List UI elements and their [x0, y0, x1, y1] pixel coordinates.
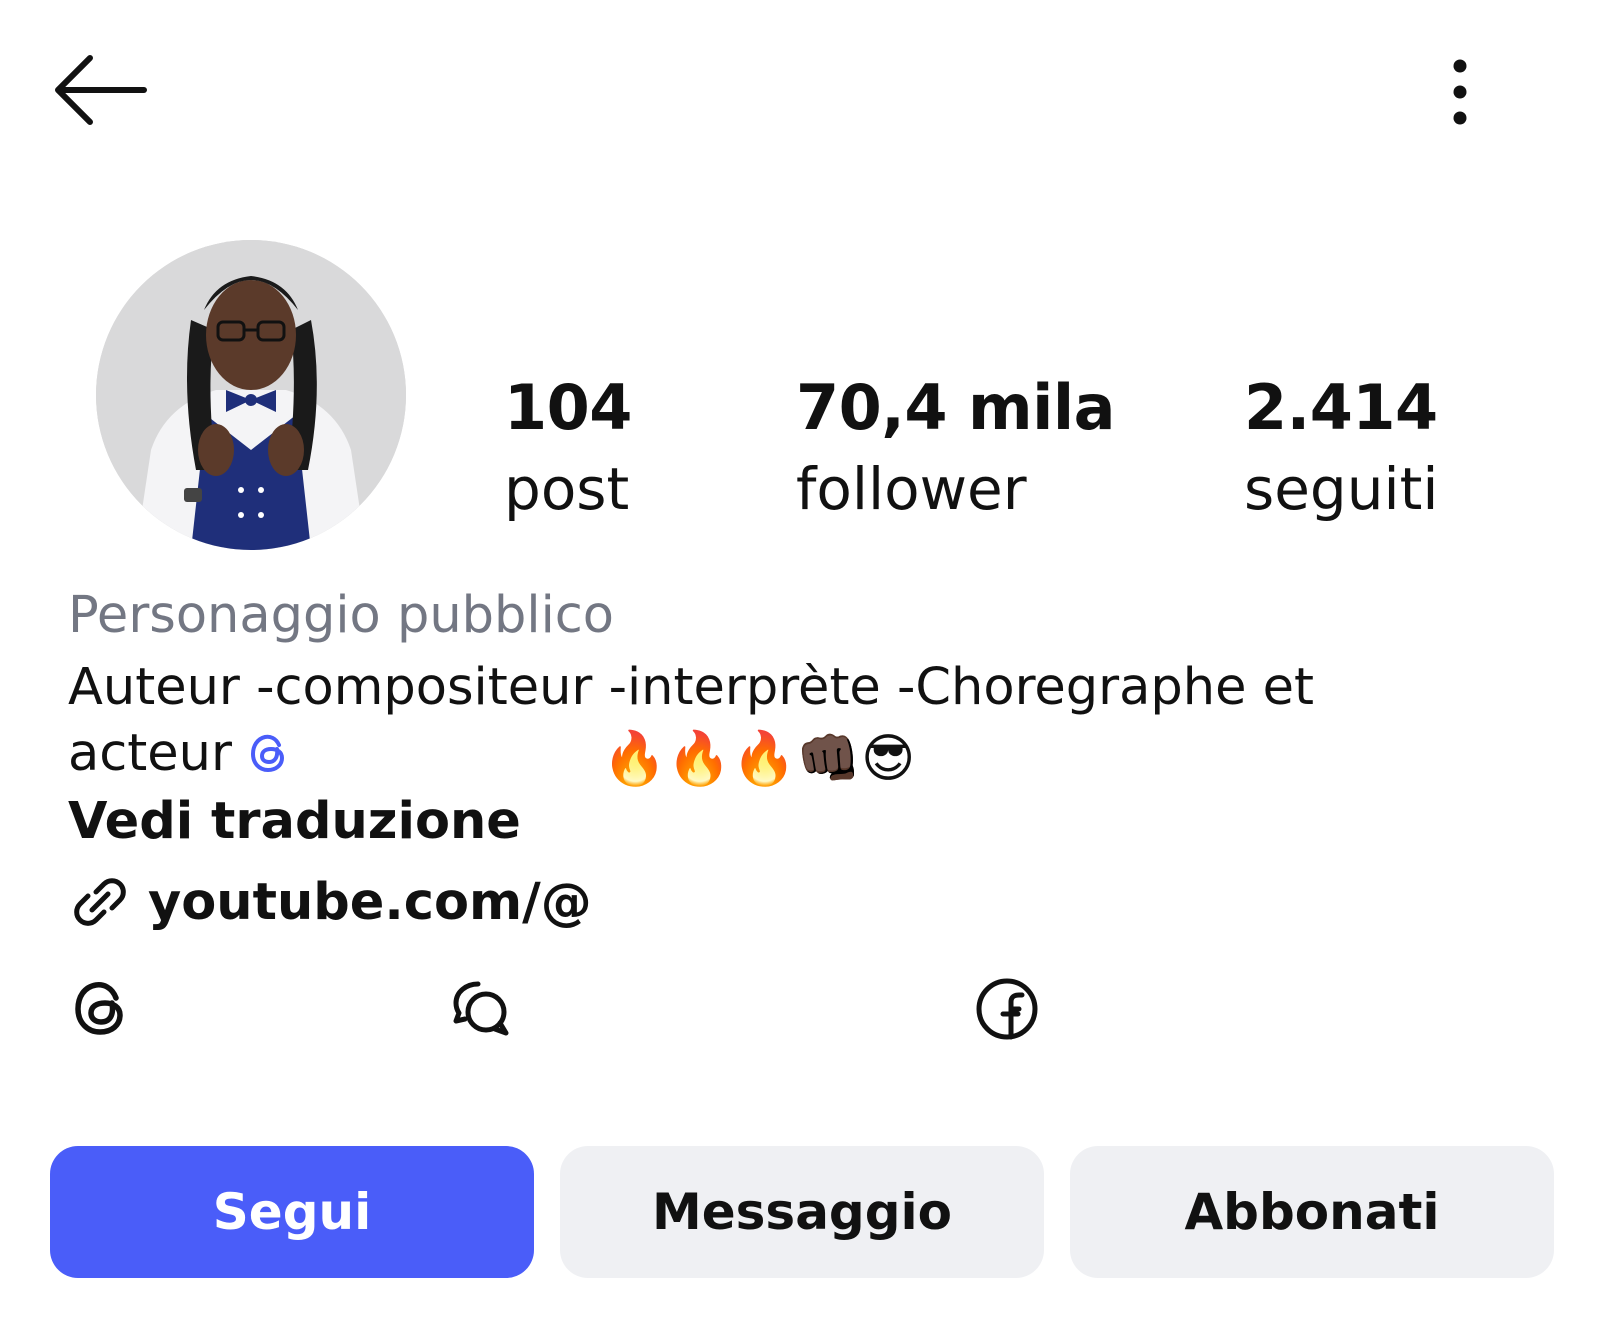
bio-line-2-text: acteur	[68, 724, 232, 783]
followers-count: 70,4 mila	[796, 371, 1116, 444]
following-label: seguiti	[1244, 455, 1439, 523]
threads-badge-icon[interactable]	[246, 728, 292, 774]
follow-button[interactable]: Segui	[50, 1146, 534, 1278]
stat-following[interactable]: 2.414 seguiti	[1244, 372, 1438, 534]
link-icon	[68, 870, 132, 934]
avatar[interactable]	[96, 240, 406, 550]
message-button[interactable]: Messaggio	[560, 1146, 1044, 1278]
back-button[interactable]	[50, 52, 150, 128]
stat-followers[interactable]: 70,4 mila follower	[796, 371, 1116, 534]
profile-category: Personaggio pubblico	[68, 586, 614, 645]
bio-line-2: acteur 🔥🔥🔥👊🏿😎	[68, 722, 1314, 789]
threads-link-button[interactable]	[68, 976, 134, 1042]
posts-count: 104	[504, 371, 632, 444]
followers-label: follower	[796, 455, 1027, 523]
posts-label: post	[504, 455, 630, 523]
subscribe-button[interactable]: Abbonati	[1070, 1146, 1554, 1278]
following-count: 2.414	[1244, 371, 1438, 444]
more-options-button[interactable]	[1440, 52, 1480, 132]
see-translation-link[interactable]: Vedi traduzione	[68, 792, 521, 852]
messenger-chat-icon	[453, 981, 509, 1036]
more-vertical-icon	[1453, 59, 1467, 125]
threads-icon	[75, 982, 123, 1035]
chat-link-button[interactable]	[448, 976, 514, 1042]
bio-text: Auteur -compositeur -interprète -Choregr…	[68, 656, 1315, 789]
arrow-left-icon	[55, 55, 147, 125]
bio-line-1: Auteur -compositeur -interprète -Choregr…	[68, 658, 1315, 717]
profile-photo	[96, 240, 406, 550]
stat-posts[interactable]: 104 post	[504, 372, 632, 534]
facebook-link-button[interactable]	[974, 976, 1040, 1042]
bio-emojis: 🔥🔥🔥👊🏿😎	[601, 729, 916, 789]
profile-link-text: youtube.com/@	[148, 872, 592, 932]
facebook-icon	[976, 978, 1038, 1040]
profile-link[interactable]: youtube.com/@	[68, 870, 592, 934]
